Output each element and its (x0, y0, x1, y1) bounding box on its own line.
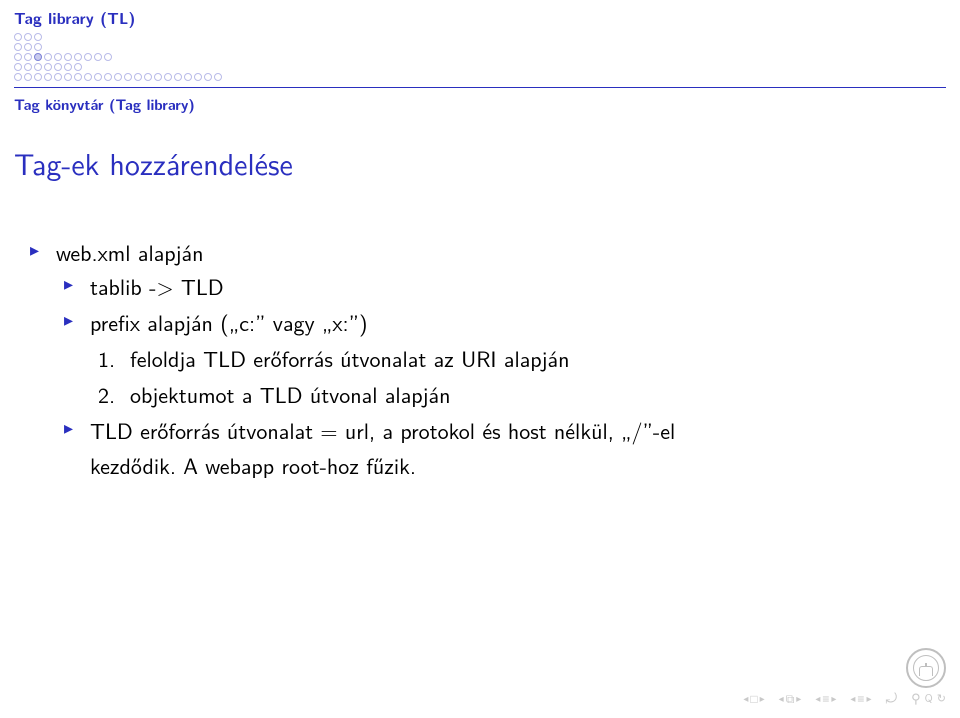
nav-next[interactable]: ◂≡▸ (850, 689, 871, 707)
nav-back[interactable]: ⤾ (885, 688, 897, 708)
progress-dot[interactable] (64, 63, 72, 71)
progress-row (14, 33, 946, 41)
bullet-item: TLD erőforrás útvonalat = url, a protoko… (90, 413, 946, 481)
progress-dot[interactable] (154, 73, 162, 81)
progress-dot[interactable] (54, 53, 62, 61)
progress-dot[interactable] (74, 73, 82, 81)
enum-text: objektumot a TLD útvonal alapján (130, 378, 450, 410)
bullet-item: web.xml alapján tablib -> TLD prefix ala… (56, 235, 946, 482)
progress-dot[interactable] (44, 73, 52, 81)
progress-dot[interactable] (94, 73, 102, 81)
progress-dot[interactable] (114, 73, 122, 81)
progress-dot[interactable] (24, 73, 32, 81)
progress-dots (14, 33, 946, 81)
progress-dot[interactable] (34, 43, 42, 51)
nav-prev[interactable]: ◂≡▸ (815, 689, 836, 707)
progress-dot[interactable] (174, 73, 182, 81)
enum-item: 1.feloldja TLD erőforrás útvonalat az UR… (130, 341, 946, 375)
progress-row (14, 43, 946, 51)
progress-dot[interactable] (24, 63, 32, 71)
progress-dot[interactable] (214, 73, 222, 81)
progress-dot[interactable] (104, 53, 112, 61)
progress-dot[interactable] (194, 73, 202, 81)
progress-dot[interactable] (44, 53, 52, 61)
progress-row (14, 53, 946, 61)
progress-dot[interactable] (14, 33, 22, 41)
enum-item: 2.objektumot a TLD útvonal alapján (130, 377, 946, 411)
progress-dot[interactable] (34, 53, 42, 61)
subsection-title: Tag könyvtár (Tag library) (0, 94, 960, 115)
progress-dot[interactable] (14, 53, 22, 61)
bullet-text: web.xml alapján (56, 236, 204, 268)
progress-dot[interactable] (134, 73, 142, 81)
nav-search[interactable]: ⚲Q↻ (911, 689, 946, 708)
section-title: Tag library (TL) (14, 6, 946, 29)
progress-dot[interactable] (34, 73, 42, 81)
progress-dot[interactable] (14, 63, 22, 71)
slide-body: Tag-ek hozzárendelése web.xml alapján ta… (0, 115, 960, 482)
progress-dot[interactable] (184, 73, 192, 81)
nav-first[interactable]: ◂□▸ (743, 689, 764, 707)
progress-dot[interactable] (84, 53, 92, 61)
nav-prev-section[interactable]: ◂⧉▸ (779, 689, 802, 707)
progress-dot[interactable] (84, 73, 92, 81)
enum-text: feloldja TLD erőforrás útvonalat az URI … (130, 342, 570, 374)
institution-logo (906, 648, 946, 688)
bullet-text: tablib -> TLD (90, 270, 224, 302)
progress-row (14, 73, 946, 81)
bullet-text: TLD erőforrás útvonalat = url, a protoko… (90, 414, 675, 446)
header-rule (14, 87, 946, 88)
enum-number: 2. (98, 377, 115, 411)
progress-dot[interactable] (64, 53, 72, 61)
bullet-text: prefix alapján („c:” vagy „x:”) (90, 306, 368, 338)
beamer-nav-bar: ◂□▸ ◂⧉▸ ◂≡▸ ◂≡▸ ⤾ ⚲Q↻ (743, 688, 946, 708)
progress-dot[interactable] (24, 33, 32, 41)
bullet-item: tablib -> TLD (90, 269, 946, 303)
progress-row (14, 63, 946, 71)
progress-dot[interactable] (94, 53, 102, 61)
progress-dot[interactable] (164, 73, 172, 81)
progress-dot[interactable] (54, 73, 62, 81)
enum-number: 1. (98, 341, 115, 375)
progress-dot[interactable] (104, 73, 112, 81)
frame-title: Tag-ek hozzárendelése (14, 141, 946, 185)
progress-dot[interactable] (74, 63, 82, 71)
progress-dot[interactable] (14, 43, 22, 51)
progress-dot[interactable] (54, 63, 62, 71)
bullet-item: prefix alapján („c:” vagy „x:”) 1.felold… (90, 305, 946, 411)
progress-dot[interactable] (144, 73, 152, 81)
progress-dot[interactable] (24, 43, 32, 51)
progress-dot[interactable] (74, 53, 82, 61)
progress-dot[interactable] (64, 73, 72, 81)
progress-dot[interactable] (44, 63, 52, 71)
progress-dot[interactable] (14, 73, 22, 81)
progress-dot[interactable] (34, 33, 42, 41)
progress-dot[interactable] (124, 73, 132, 81)
progress-dot[interactable] (24, 53, 32, 61)
progress-dot[interactable] (34, 63, 42, 71)
progress-dot[interactable] (204, 73, 212, 81)
bullet-text-cont: kezdődik. A webapp root-hoz fűzik. (90, 449, 416, 481)
